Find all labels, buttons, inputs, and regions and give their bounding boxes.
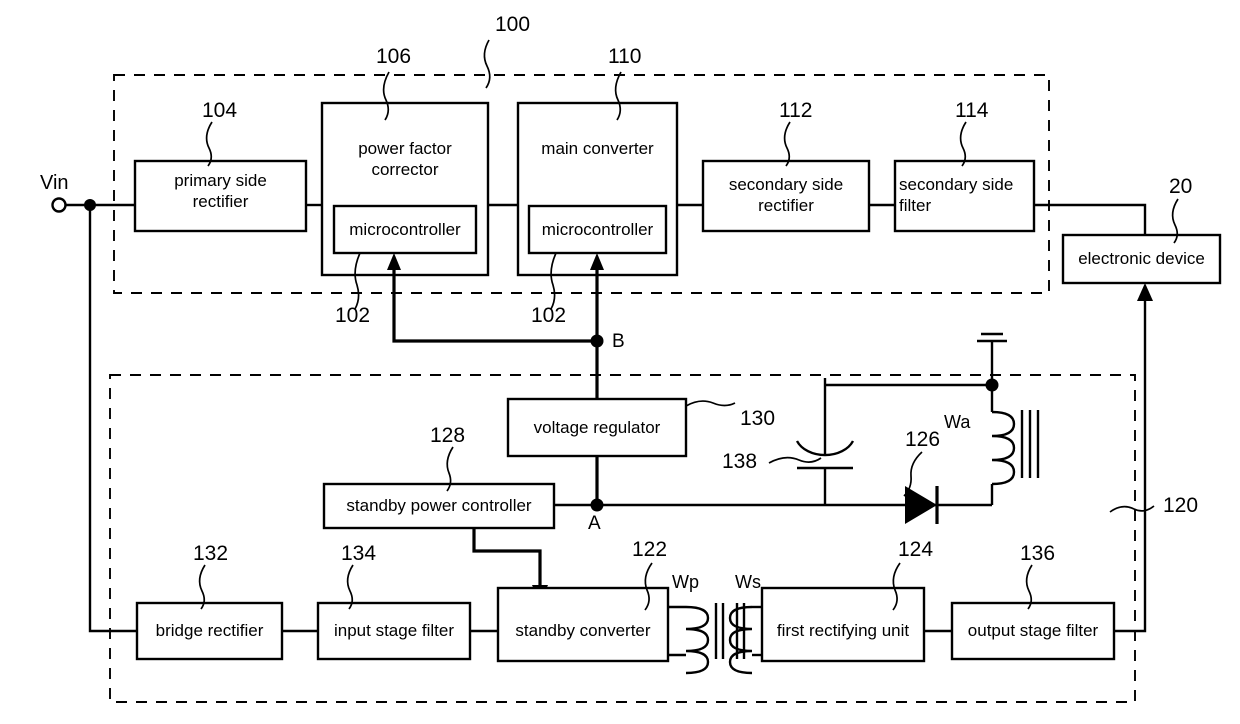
power-factor-corrector-label: power factor corrector bbox=[358, 139, 452, 179]
main-microcontroller-label: microcontroller bbox=[541, 220, 654, 239]
diagram-vector-layer bbox=[51, 39, 1222, 703]
wire-output-filter-to-electronic-device bbox=[1114, 298, 1147, 633]
vin-label: Vin bbox=[40, 172, 69, 194]
wire-secondary-filter-to-electronic-device bbox=[1034, 203, 1147, 235]
wire-standby-controller-to-converter bbox=[472, 528, 542, 588]
bridge-rectifier-label: bridge rectifier bbox=[155, 621, 264, 640]
wa-winding-label: Wa bbox=[944, 412, 971, 432]
standby-power-controller-label: standby power controller bbox=[346, 496, 532, 515]
ref-110: 110 bbox=[608, 45, 642, 68]
secondary-side-rectifier-label: secondary side rectifier bbox=[728, 175, 844, 215]
wp-winding-coil bbox=[685, 605, 710, 675]
wire-vin-to-bridge-rectifier bbox=[88, 205, 137, 633]
ref-124: 124 bbox=[898, 538, 934, 561]
ref-106: 106 bbox=[376, 45, 412, 68]
ref-130: 130 bbox=[740, 407, 776, 430]
ref-102-b: 102 bbox=[531, 304, 567, 327]
circuit-diagram-canvas: primary side rectifier power factor corr… bbox=[0, 0, 1240, 724]
ref-20: 20 bbox=[1169, 175, 1193, 198]
standby-converter-label: standby converter bbox=[515, 621, 651, 640]
ref-128: 128 bbox=[430, 424, 466, 447]
ref-136: 136 bbox=[1020, 542, 1056, 565]
ref-120: 120 bbox=[1163, 494, 1199, 517]
ref-102-a: 102 bbox=[335, 304, 371, 327]
input-stage-filter-label: input stage filter bbox=[333, 621, 454, 640]
ref-138: 138 bbox=[722, 450, 758, 473]
ref-126: 126 bbox=[905, 428, 941, 451]
wp-winding-label: Wp bbox=[672, 572, 699, 592]
pfc-microcontroller-label: microcontroller bbox=[349, 220, 461, 239]
leader-130 bbox=[685, 400, 736, 407]
ws-winding-coil bbox=[728, 605, 753, 675]
ref-132: 132 bbox=[193, 542, 229, 565]
wa-winding-coil bbox=[991, 410, 1016, 486]
diode-triangle bbox=[905, 486, 937, 524]
secondary-side-filter-label: secondary side filter bbox=[899, 175, 1014, 215]
ref-134: 134 bbox=[341, 542, 377, 565]
first-rectifying-unit-label: first rectifying unit bbox=[776, 621, 910, 640]
main-converter-label: main converter bbox=[541, 139, 654, 158]
primary-side-rectifier-label: primary side rectifier bbox=[174, 171, 267, 211]
node-b-dot bbox=[590, 334, 604, 348]
ref-112: 112 bbox=[779, 99, 813, 122]
wire-node-b-to-pfc-microcontroller bbox=[392, 268, 597, 343]
output-stage-filter-label: output stage filter bbox=[967, 621, 1099, 640]
ws-winding-label: Ws bbox=[735, 572, 761, 592]
node-a-label: A bbox=[588, 513, 601, 534]
leader-104 bbox=[205, 121, 213, 167]
electronic-device-label: electronic device bbox=[1078, 249, 1205, 268]
ref-100: 100 bbox=[495, 13, 531, 36]
leader-112 bbox=[783, 121, 791, 167]
node-b-label: B bbox=[612, 331, 625, 352]
ref-114: 114 bbox=[955, 99, 989, 122]
ref-104: 104 bbox=[202, 99, 238, 122]
leader-120 bbox=[1109, 505, 1155, 513]
leader-114 bbox=[959, 121, 967, 167]
voltage-regulator-label: voltage regulator bbox=[533, 418, 661, 437]
arrow-to-electronic-device bbox=[1137, 283, 1153, 301]
leader-100 bbox=[483, 39, 491, 89]
ref-122: 122 bbox=[632, 538, 668, 561]
vin-terminal-circle bbox=[51, 197, 67, 213]
leader-138 bbox=[768, 456, 822, 464]
